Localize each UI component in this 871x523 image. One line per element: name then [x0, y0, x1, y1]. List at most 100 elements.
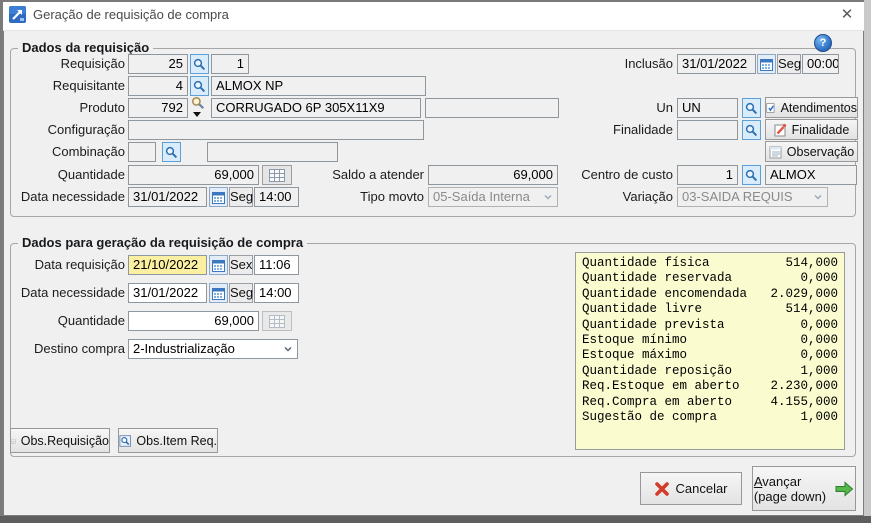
avancar-label: Avançar (page down)	[753, 473, 827, 504]
un-label: Un	[656, 100, 673, 115]
produto-number-field[interactable]: 792	[128, 98, 188, 118]
requisicao-label: Requisição	[60, 56, 125, 71]
app-icon	[9, 6, 26, 23]
quantidade2-field[interactable]: 69,000	[128, 311, 259, 331]
grid-icon	[269, 314, 285, 328]
produto-dropdown-icon[interactable]	[193, 112, 201, 117]
configuracao-field[interactable]	[128, 120, 424, 140]
cancel-x-icon	[655, 481, 670, 496]
produto-desc-field[interactable]: CORRUGADO 6P 305X11X9	[211, 98, 421, 118]
quantidade2-label: Quantidade	[57, 313, 125, 328]
obs-requisicao-button[interactable]: Obs.Requisição	[10, 428, 110, 453]
help-icon[interactable]: ?	[814, 34, 832, 52]
group1-title: Dados da requisição	[18, 40, 154, 55]
calendar-icon	[212, 259, 225, 272]
inclusao-date-field[interactable]: 31/01/2022	[677, 54, 756, 74]
tipo-movto-label: Tipo movto	[360, 189, 424, 204]
cancelar-button[interactable]: Cancelar	[640, 472, 742, 505]
destino-compra-label: Destino compra	[33, 341, 125, 356]
background-bottom-strip	[0, 516, 871, 523]
estoque-row: Quantidade reposição 1,000	[582, 363, 838, 378]
chevron-down-icon	[284, 346, 292, 352]
requisicao-number-field[interactable]: 25	[128, 54, 188, 74]
destino-compra-value: 2-Industrialização	[133, 341, 235, 356]
quantidade-field[interactable]: 69,000	[128, 165, 259, 185]
variacao-label: Variação	[622, 189, 673, 204]
screen: Geração de requisição de compra ✕ Dados …	[0, 0, 871, 523]
requisicao-search-button[interactable]	[190, 54, 209, 74]
close-icon[interactable]: ✕	[836, 5, 858, 25]
centro-custo-label: Centro de custo	[581, 167, 673, 182]
estoque-row: Req.Estoque em aberto 2.230,000	[582, 379, 838, 394]
data-necessidade-calendar-button[interactable]	[209, 187, 228, 207]
requisitante-label: Requisitante	[52, 78, 125, 93]
observacao-button[interactable]: Observação	[765, 141, 858, 162]
avancar-button[interactable]: Avançar (page down)	[752, 466, 856, 511]
document-search-icon	[119, 434, 131, 447]
data-requisicao-calendar-button[interactable]	[209, 255, 228, 275]
quantidade-label: Quantidade	[57, 167, 125, 182]
variacao-select: 03-SAIDA REQUIS	[677, 187, 828, 207]
un-field[interactable]: UN	[677, 98, 738, 118]
centro-custo-search-button[interactable]	[742, 165, 761, 185]
requisitante-number-field[interactable]: 4	[128, 76, 188, 96]
atendimentos-button[interactable]: Atendimentos	[765, 97, 858, 118]
combinacao-desc-field[interactable]	[207, 142, 338, 162]
data-requisicao-time-field[interactable]: 11:06	[254, 255, 299, 275]
saldo-field[interactable]: 69,000	[428, 165, 558, 185]
notepad-icon	[11, 438, 16, 443]
data-necessidade-date-field[interactable]: 31/01/2022	[128, 187, 207, 207]
calendar-icon	[212, 287, 225, 300]
quantidade2-grid-button	[262, 311, 292, 331]
chevron-down-icon	[544, 194, 552, 200]
centro-custo-name-field[interactable]: ALMOX	[765, 165, 857, 185]
inclusao-label: Inclusão	[624, 56, 673, 71]
data-necessidade2-time-field[interactable]: 14:00	[254, 283, 299, 303]
quantidade-grid-button[interactable]	[262, 165, 292, 185]
data-requisicao-weekday: Sex	[229, 255, 253, 275]
requisicao-item-field[interactable]: 1	[211, 54, 249, 74]
finalidade-button-label: Finalidade	[791, 122, 850, 137]
data-necessidade-label: Data necessidade	[20, 189, 125, 204]
estoque-row: Quantidade reservada 0,000	[582, 271, 838, 286]
search-icon	[193, 80, 206, 92]
observacao-button-label: Observação	[786, 144, 855, 159]
data-necessidade-weekday: Seg	[229, 187, 253, 207]
estoque-row: Quantidade prevista 0,000	[582, 317, 838, 332]
finalidade-label: Finalidade	[613, 122, 673, 137]
finalidade-button[interactable]: Finalidade	[765, 119, 858, 140]
inclusao-weekday: Seg	[777, 54, 801, 74]
document-check-icon	[766, 102, 775, 113]
requisitante-name-field[interactable]: ALMOX NP	[211, 76, 426, 96]
variacao-value: 03-SAIDA REQUIS	[682, 189, 793, 204]
background-right-strip	[864, 0, 871, 523]
finalidade-search-button[interactable]	[742, 120, 761, 140]
requisitante-search-button[interactable]	[190, 76, 209, 96]
centro-custo-number-field[interactable]: 1	[677, 165, 738, 185]
obs-item-req-label: Obs.Item Req.	[136, 433, 217, 448]
cancelar-label: Cancelar	[675, 481, 728, 496]
estoque-row: Estoque máximo 0,000	[582, 348, 838, 363]
data-necessidade2-label: Data necessidade	[20, 285, 125, 300]
inclusao-time-field[interactable]: 00:00	[802, 54, 839, 74]
window-title: Geração de requisição de compra	[33, 7, 229, 22]
tipo-movto-select: 05-Saída Interna	[428, 187, 558, 207]
estoque-row: Quantidade encomendada 2.029,000	[582, 286, 838, 301]
destino-compra-select[interactable]: 2-Industrialização	[128, 339, 298, 359]
data-necessidade2-date-field[interactable]: 31/01/2022	[128, 283, 207, 303]
finalidade-field[interactable]	[677, 120, 738, 140]
data-requisicao-date-field[interactable]: 21/10/2022	[128, 255, 207, 275]
produto-extra-field[interactable]	[425, 98, 559, 118]
un-search-button[interactable]	[742, 98, 761, 118]
combinacao-number-field[interactable]	[128, 142, 156, 162]
data-necessidade2-weekday: Seg	[229, 283, 253, 303]
obs-item-req-button[interactable]: Obs.Item Req.	[118, 428, 218, 453]
inclusao-calendar-button[interactable]	[757, 54, 776, 74]
combinacao-search-button[interactable]	[162, 142, 181, 162]
estoque-row: Sugestão de compra 1,000	[582, 410, 838, 425]
estoque-row: Req.Compra em aberto 4.155,000	[582, 394, 838, 409]
data-necessidade-time-field[interactable]: 14:00	[254, 187, 299, 207]
saldo-label: Saldo a atender	[332, 167, 424, 182]
obs-requisicao-label: Obs.Requisição	[20, 433, 109, 448]
data-necessidade2-calendar-button[interactable]	[209, 283, 228, 303]
